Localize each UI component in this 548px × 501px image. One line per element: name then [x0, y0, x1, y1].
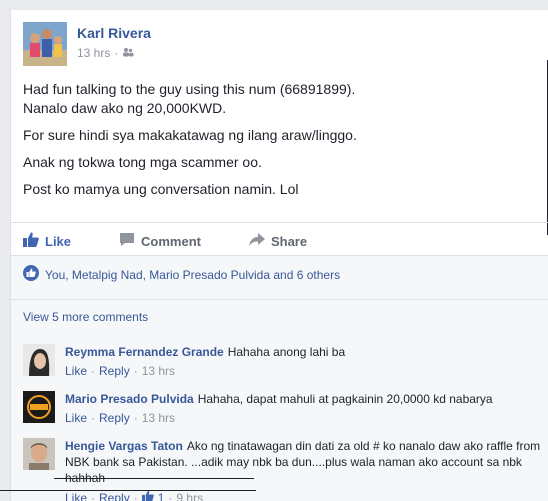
- meta-dot: ·: [114, 46, 119, 60]
- likes-summary-text: You, Metalpig Nad, Mario Presado Pulvida…: [45, 267, 341, 282]
- comment-button[interactable]: Comment: [119, 230, 201, 252]
- divider: [11, 255, 548, 256]
- post-line: Nanalo daw ako ng 20,000KWD.: [23, 100, 227, 116]
- commenter-name[interactable]: Reymma Fernandez Grande: [65, 345, 224, 359]
- comment-reply-link[interactable]: Reply: [99, 364, 130, 378]
- post-line: Anak ng tokwa tong mga scammer oo.: [23, 154, 262, 170]
- comment-likes-count[interactable]: 1: [158, 491, 165, 501]
- post-card: Karl Rivera 13 hrs · Had fun talking to …: [10, 10, 548, 501]
- share-icon: [248, 232, 265, 250]
- comment-like-link[interactable]: Like: [65, 411, 87, 425]
- view-more-comments-link[interactable]: View 5 more comments: [23, 310, 148, 324]
- post-line: Had fun talking to the guy using this nu…: [23, 81, 356, 97]
- comment-actions: Like · Reply · 13 hrs: [65, 411, 175, 425]
- separator-dot: ·: [168, 490, 173, 501]
- commenter-avatar[interactable]: [23, 344, 55, 376]
- comment-time[interactable]: 13 hrs: [142, 364, 175, 378]
- separator-dot: ·: [133, 490, 138, 501]
- comment-item: Reymma Fernandez Grande Hahaha anong lahi…: [23, 344, 543, 388]
- share-button[interactable]: Share: [248, 230, 308, 252]
- commenter-avatar[interactable]: [23, 391, 55, 423]
- commenter-name[interactable]: Hengie Vargas Taton: [65, 439, 183, 453]
- strike-line: [54, 478, 254, 479]
- divider: [11, 222, 548, 223]
- comment-like-link[interactable]: Like: [65, 364, 87, 378]
- comment-body: Reymma Fernandez Grande Hahaha anong lahi…: [65, 344, 545, 360]
- commenter-name[interactable]: Mario Presado Pulvida: [65, 392, 194, 406]
- post-actions: Like Comment Share: [23, 230, 533, 252]
- comment-reply-link[interactable]: Reply: [99, 491, 130, 501]
- comment-text: Hahaha, dapat mahuli at pagkainin 20,000…: [197, 392, 493, 406]
- bottom-line: [0, 490, 256, 491]
- separator-dot: ·: [91, 490, 96, 501]
- comment-like-icon: [141, 490, 154, 501]
- comments-section: You, Metalpig Nad, Mario Presado Pulvida…: [11, 255, 548, 501]
- comment-actions: Like · Reply · 1 · 9 hrs: [65, 490, 203, 501]
- comment-body: Mario Presado Pulvida Hahaha, dapat mahul…: [65, 391, 545, 407]
- post-line: Post ko mamya ung conversation namin. Lo…: [23, 181, 299, 197]
- separator-dot: ·: [133, 364, 138, 378]
- divider: [11, 299, 548, 300]
- comment-icon: [119, 232, 135, 250]
- separator-dot: ·: [91, 364, 96, 378]
- post-line: For sure hindi sya makakatawag ng ilang …: [23, 127, 357, 143]
- comment-actions: Like · Reply · 13 hrs: [65, 364, 175, 378]
- share-label: Share: [270, 233, 308, 249]
- friends-icon[interactable]: [122, 46, 134, 60]
- likes-summary[interactable]: You, Metalpig Nad, Mario Presado Pulvida…: [23, 265, 340, 284]
- comment-time[interactable]: 13 hrs: [142, 411, 175, 425]
- like-label: Like: [45, 233, 72, 249]
- author-avatar[interactable]: [23, 22, 67, 66]
- thumbs-up-icon: [23, 232, 39, 250]
- post-time[interactable]: 13 hrs: [77, 46, 110, 60]
- like-button[interactable]: Like: [23, 230, 71, 252]
- separator-dot: ·: [91, 411, 96, 425]
- comment-reply-link[interactable]: Reply: [99, 411, 130, 425]
- separator-dot: ·: [133, 411, 138, 425]
- commenter-avatar[interactable]: [23, 438, 55, 470]
- comment-like-link[interactable]: Like: [65, 491, 87, 501]
- comment-text: Hahaha anong lahi ba: [227, 345, 346, 359]
- post-meta: 13 hrs ·: [77, 46, 134, 60]
- comment-item: Mario Presado Pulvida Hahaha, dapat mahul…: [23, 391, 543, 435]
- author-name[interactable]: Karl Rivera: [77, 25, 151, 41]
- comment-label: Comment: [141, 233, 201, 249]
- comment-time[interactable]: 9 hrs: [176, 491, 203, 501]
- post-text: Had fun talking to the guy using this nu…: [23, 80, 533, 207]
- like-reaction-icon: [23, 265, 39, 284]
